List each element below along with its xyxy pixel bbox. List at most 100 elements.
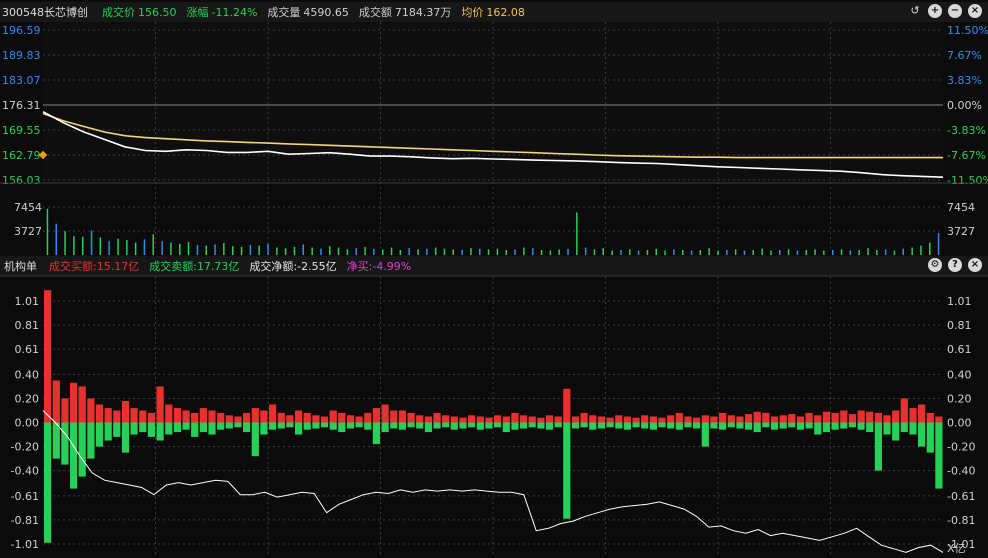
buy-bar — [44, 290, 52, 423]
y-tick-right: 7.67% — [947, 49, 982, 62]
volume-bar — [267, 243, 269, 255]
volume-bar — [593, 249, 596, 255]
volume-bar — [708, 248, 710, 255]
chart-canvas[interactable]: 196.59 11.50% 189.83 7.67% 183.07 3.83% 176.31… — [0, 0, 988, 558]
sell-bar — [563, 422, 571, 519]
sell-bar — [191, 422, 199, 437]
buy-bar — [286, 415, 294, 423]
volume-bar — [937, 233, 940, 255]
sell-bar — [130, 422, 138, 435]
sell-bar — [831, 422, 839, 430]
y-tick-right: -0.81 — [947, 514, 975, 527]
sell-bar — [554, 422, 562, 428]
volume-bar — [576, 212, 578, 255]
buy-bar — [727, 415, 735, 423]
volume-bar — [505, 250, 507, 255]
sell-bar — [805, 422, 813, 429]
volume-bar — [126, 240, 128, 255]
y-tick-left: 196.59 — [2, 24, 41, 37]
y-tick-right: 3727 — [947, 225, 975, 238]
y-tick-right: 11.50% — [947, 24, 988, 37]
sell-bar — [234, 422, 242, 428]
sell-bar — [44, 422, 52, 543]
volume-bar — [355, 248, 357, 255]
sell-bar — [848, 422, 856, 428]
volume-bar — [699, 250, 702, 255]
buy-bar — [78, 386, 86, 423]
volume-bar — [293, 246, 296, 255]
buy-bar — [537, 417, 545, 423]
buy-bar — [641, 415, 649, 423]
y-tick-left: -0.61 — [11, 490, 39, 503]
volume-bar — [911, 247, 913, 255]
sell-bar — [182, 422, 190, 430]
buy-bar — [199, 408, 207, 423]
sell-bar — [269, 422, 277, 430]
buy-bar — [450, 416, 458, 423]
y-tick-left: 162.79 — [2, 149, 41, 162]
sell-bar — [450, 422, 458, 430]
sell-bar — [926, 422, 934, 453]
volume-bar — [55, 223, 57, 255]
volume-bar — [611, 250, 613, 255]
buy-bar — [355, 416, 363, 423]
volume-bar — [655, 248, 657, 255]
buy-bar — [710, 416, 718, 423]
y-tick-left: 189.83 — [2, 49, 41, 62]
volume-bar — [796, 250, 799, 255]
sell-bar — [874, 422, 882, 471]
volume-bar — [302, 244, 304, 255]
buy-bar — [632, 417, 640, 423]
y-tick-right: 7454 — [947, 201, 975, 214]
buy-bar — [874, 412, 882, 423]
sell-bar — [113, 422, 121, 437]
sell-bar — [225, 422, 233, 429]
volume-bar — [929, 242, 931, 255]
sell-bar — [770, 422, 779, 430]
y-tick-left: 169.55 — [2, 124, 41, 137]
volume-bar — [690, 250, 693, 255]
volume-bar — [382, 249, 384, 255]
buy-bar — [364, 412, 372, 423]
sell-bar — [511, 422, 519, 430]
volume-bar — [179, 243, 181, 255]
y-tick-left: 0.81 — [15, 319, 40, 332]
sell-bar — [623, 422, 631, 430]
volume-bar — [461, 250, 463, 255]
buy-bar — [251, 408, 259, 423]
buy-bar — [554, 416, 562, 423]
volume-bar — [779, 250, 781, 255]
buy-bar — [762, 412, 770, 423]
buy-bar — [892, 410, 900, 423]
volume-bar — [726, 250, 728, 255]
volume-bar — [858, 250, 860, 255]
buy-bar — [104, 408, 112, 423]
sell-bar — [892, 422, 900, 441]
volume-bar — [143, 239, 146, 255]
y-tick-right: 0.40 — [947, 368, 972, 381]
volume-bar — [417, 249, 419, 255]
buy-bar — [667, 415, 675, 423]
volume-bar — [602, 248, 604, 255]
volume-bar — [849, 250, 852, 255]
sell-bar — [883, 422, 891, 435]
buy-bar — [909, 408, 917, 423]
buy-bar — [822, 411, 830, 423]
buy-bar — [563, 388, 571, 423]
buy-bar — [70, 382, 78, 423]
volume-bar — [276, 247, 278, 255]
volume-bar — [664, 250, 666, 255]
sell-bar — [260, 422, 268, 435]
buy-bar — [745, 414, 753, 423]
volume-bar — [876, 250, 878, 255]
sell-bar — [485, 422, 493, 429]
sell-bar — [355, 422, 363, 428]
buy-bar — [840, 410, 848, 423]
volume-bar — [408, 248, 410, 255]
y-tick-left: 176.31 — [2, 99, 41, 112]
volume-bar — [426, 248, 428, 255]
sell-bar — [736, 422, 744, 429]
sell-bar — [632, 422, 640, 428]
volume-bar — [814, 249, 816, 255]
volume-bar — [584, 247, 587, 255]
